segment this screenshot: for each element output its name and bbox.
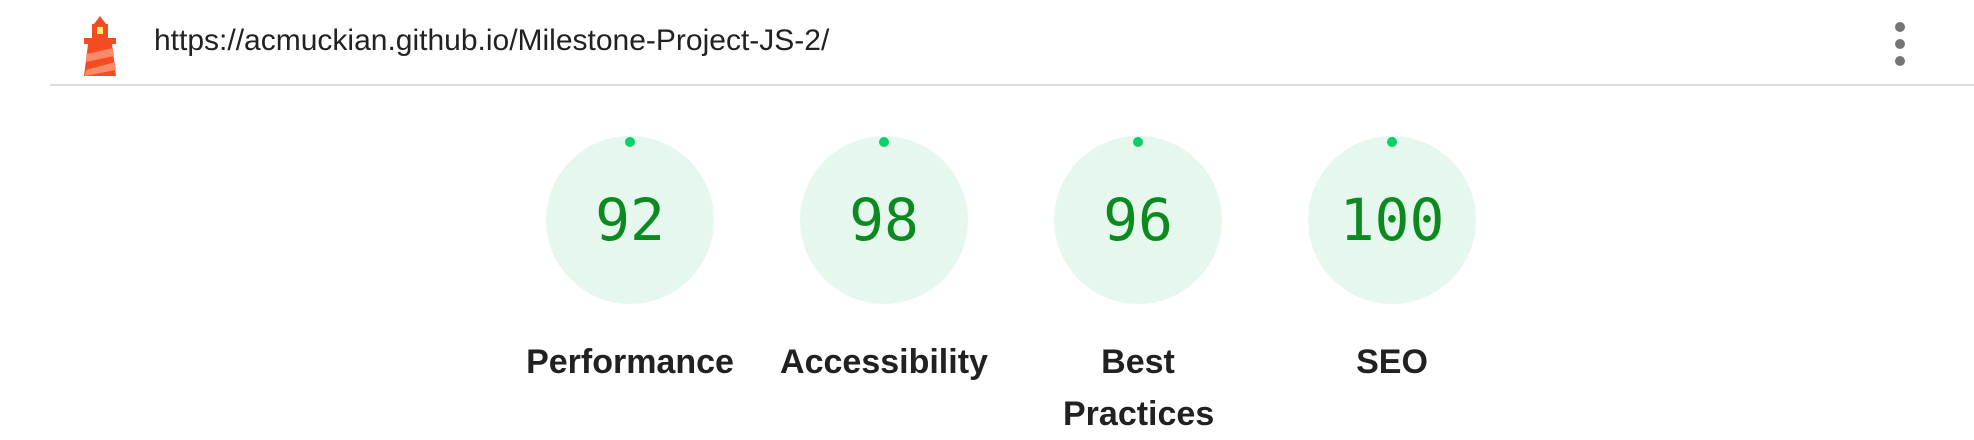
gauge-seo[interactable]: 100 SEO xyxy=(1282,130,1502,388)
gauge-score: 92 xyxy=(595,186,665,254)
gauge-performance[interactable]: 92 Performance xyxy=(520,130,740,388)
more-vertical-icon[interactable] xyxy=(1888,20,1912,68)
page-url: https://acmuckian.github.io/Milestone-Pr… xyxy=(154,24,830,57)
gauge-label: Performance xyxy=(526,343,734,381)
gauge-score: 96 xyxy=(1103,186,1173,254)
gauge-label: Accessibility xyxy=(780,343,988,381)
gauge-score: 98 xyxy=(849,186,919,254)
gauge-ring: 92 xyxy=(546,136,714,304)
gauge-accessibility[interactable]: 98 Accessibility xyxy=(774,130,994,388)
gauge-ring: 98 xyxy=(800,136,968,304)
lighthouse-logo xyxy=(84,16,116,76)
gauge-label: SEO xyxy=(1356,343,1428,381)
gauge-best-practices[interactable]: 96 Best Practices xyxy=(1028,130,1248,440)
gauge-ring: 96 xyxy=(1054,136,1222,304)
gauge-score: 100 xyxy=(1340,186,1445,254)
gauge-ring: 100 xyxy=(1308,136,1476,304)
report-header: https://acmuckian.github.io/Milestone-Pr… xyxy=(50,0,1974,86)
gauge-label: Best Practices xyxy=(1063,343,1215,433)
